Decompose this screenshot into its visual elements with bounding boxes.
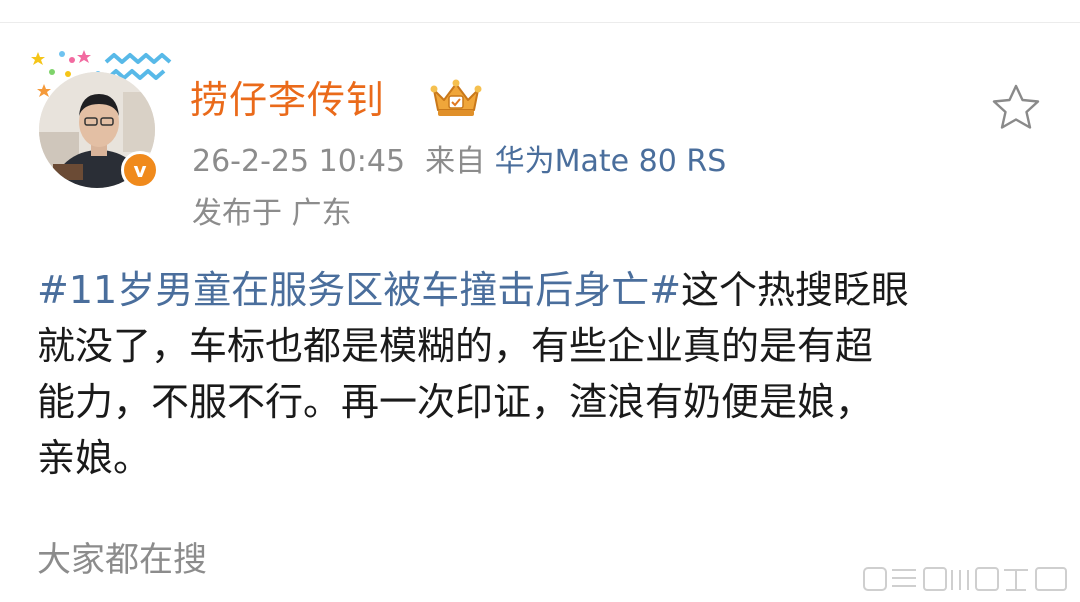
post-body: #11岁男童在服务区被车撞击后身亡#这个热搜眨眼 就没了，车标也都是模糊的，有些… — [37, 262, 1047, 486]
post-meta: 26-2-25 10:45 来自 华为Mate 80 RS — [192, 142, 726, 182]
verified-v-icon: v — [121, 151, 159, 189]
device-link[interactable]: 华为Mate 80 RS — [495, 144, 727, 179]
top-divider — [0, 22, 1080, 23]
everyone-search-label[interactable]: 大家都在搜 — [37, 536, 207, 584]
post-timestamp: 26-2-25 10:45 — [192, 144, 406, 179]
post-line-1-text: 这个热搜眨眼 — [681, 268, 910, 312]
post-line-4: 亲娘。 — [37, 436, 152, 480]
crown-badge-icon[interactable] — [428, 76, 484, 120]
star-outline-icon[interactable] — [990, 83, 1042, 131]
post-line-3: 能力，不服不行。再一次印证，渣浪有奶便是娘， — [37, 380, 874, 424]
hashtag-link[interactable]: #11岁男童在服务区被车撞击后身亡# — [37, 268, 681, 312]
source-prefix: 来自 — [425, 144, 486, 179]
post-location: 发布于 广东 — [192, 196, 352, 231]
watermark-icon — [863, 567, 1067, 591]
author-name[interactable]: 捞仔李传钊 — [190, 76, 385, 124]
post-line-2: 就没了，车标也都是模糊的，有些企业真的是有超 — [37, 324, 874, 368]
post-line-1: #11岁男童在服务区被车撞击后身亡#这个热搜眨眼 — [37, 262, 1047, 318]
avatar-area[interactable]: v — [28, 44, 178, 194]
